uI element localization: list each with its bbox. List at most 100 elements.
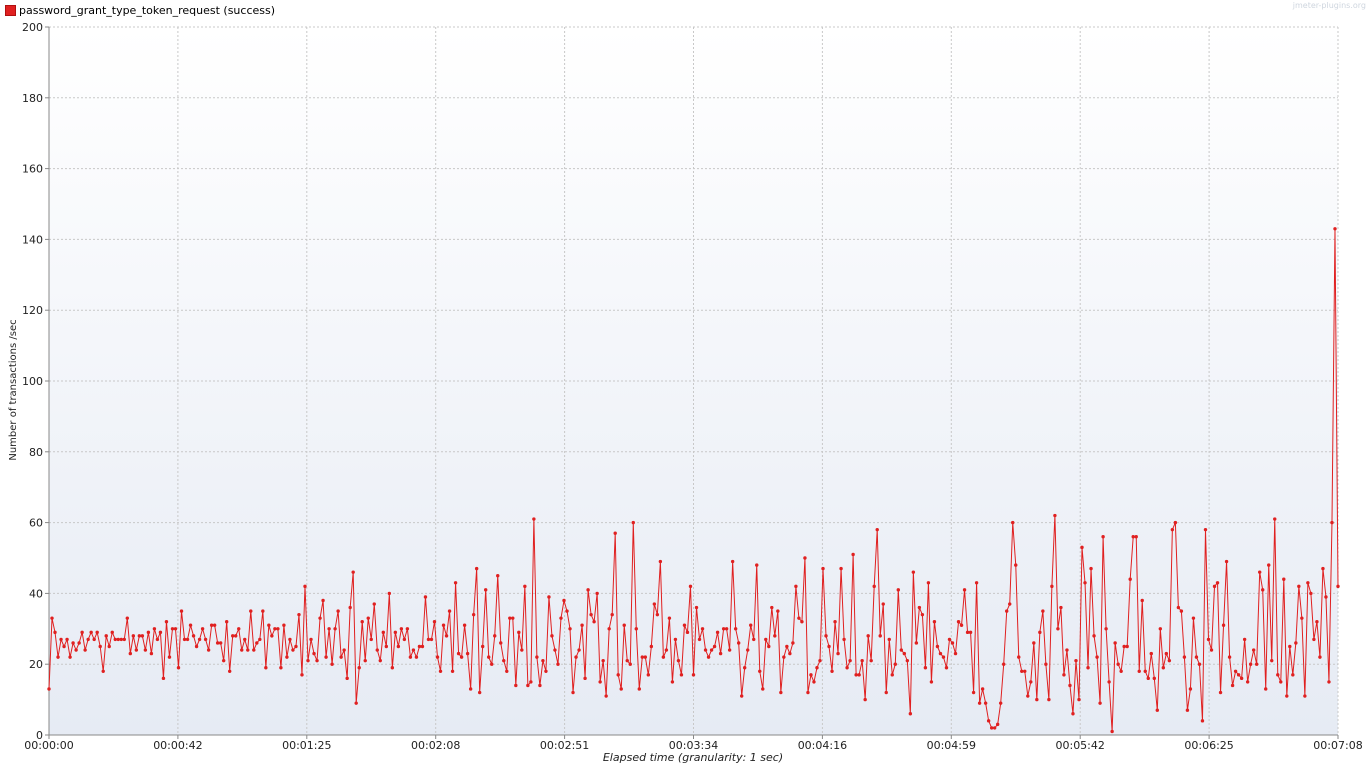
data-point <box>544 669 548 673</box>
data-point <box>526 683 530 688</box>
data-point <box>1044 662 1048 666</box>
data-point <box>1227 655 1232 659</box>
x-tick-label: 00:01:25 <box>282 739 331 752</box>
data-point <box>384 644 389 649</box>
data-point <box>758 669 762 673</box>
data-point <box>1261 588 1265 592</box>
data-point <box>1267 563 1271 567</box>
data-point <box>228 669 232 673</box>
data-point <box>830 669 834 673</box>
data-point <box>827 644 831 649</box>
data-point <box>685 630 690 635</box>
data-point <box>541 658 545 663</box>
watermark: jmeter-plugins.org <box>1292 1 1366 10</box>
data-point <box>502 658 506 663</box>
data-point <box>733 627 738 631</box>
data-point <box>62 644 66 649</box>
x-tick-label: 00:02:51 <box>540 739 589 752</box>
data-point <box>607 627 611 631</box>
data-point <box>95 630 99 635</box>
data-point <box>706 655 711 659</box>
data-point <box>258 637 262 642</box>
data-point <box>1014 563 1018 567</box>
data-point <box>179 609 184 613</box>
data-point <box>1333 227 1337 231</box>
data-point <box>779 690 783 695</box>
data-point <box>98 644 102 649</box>
data-point <box>131 634 136 638</box>
data-point <box>1233 669 1238 673</box>
data-point <box>411 648 416 652</box>
data-point <box>246 648 250 652</box>
data-point <box>224 620 229 624</box>
data-point <box>1035 697 1039 702</box>
data-point <box>836 651 840 656</box>
data-point <box>842 637 846 642</box>
data-point <box>1209 648 1214 652</box>
data-point <box>237 627 241 631</box>
data-point <box>369 637 373 642</box>
data-point <box>1188 687 1193 691</box>
data-point <box>161 676 166 681</box>
data-point <box>658 559 663 564</box>
data-point <box>1020 669 1024 673</box>
y-tick-label: 160 <box>22 163 43 176</box>
data-point <box>372 602 376 606</box>
data-point <box>480 644 485 649</box>
data-point <box>586 588 590 592</box>
data-point <box>872 584 876 589</box>
data-point <box>1005 609 1009 613</box>
x-tick-label: 00:04:59 <box>927 739 976 752</box>
data-point <box>339 655 343 659</box>
data-point <box>1173 520 1178 525</box>
data-point <box>613 531 617 535</box>
data-point <box>797 616 801 620</box>
data-point <box>200 627 205 631</box>
data-point <box>483 588 488 592</box>
data-point <box>182 637 187 642</box>
data-point <box>556 662 560 666</box>
data-point <box>438 669 443 673</box>
y-axis-label: Number of transactions /sec <box>8 319 19 460</box>
data-point <box>956 620 961 624</box>
data-point <box>1161 666 1166 670</box>
data-point <box>1074 658 1078 663</box>
data-point <box>1197 662 1202 666</box>
data-point <box>1101 535 1105 539</box>
data-point <box>604 694 608 698</box>
data-point <box>1200 719 1205 723</box>
data-point <box>1134 535 1138 539</box>
data-point <box>649 644 654 649</box>
data-point <box>583 676 587 681</box>
data-point <box>146 630 151 635</box>
data-point <box>234 634 238 638</box>
data-point <box>697 637 702 642</box>
data-point <box>209 623 214 627</box>
x-tick-label: 00:04:16 <box>798 739 847 752</box>
data-point <box>273 627 277 631</box>
data-point <box>453 581 458 585</box>
data-point <box>1041 609 1045 613</box>
data-point <box>773 634 777 638</box>
data-point <box>887 637 891 642</box>
data-point <box>152 627 157 631</box>
data-point <box>1191 616 1196 620</box>
data-point <box>137 634 142 638</box>
data-point <box>667 616 672 620</box>
data-point <box>197 637 202 642</box>
data-point <box>249 609 253 613</box>
data-point <box>1143 669 1147 673</box>
data-point <box>580 623 584 627</box>
data-point <box>1008 602 1012 606</box>
data-point <box>50 616 54 620</box>
data-point <box>447 609 452 613</box>
data-point <box>164 620 169 624</box>
data-point <box>1170 527 1175 532</box>
data-point <box>574 655 578 659</box>
data-point <box>1152 676 1156 681</box>
data-point <box>749 623 753 627</box>
chart-svg: 02040608010012014016018020000:00:00 00:00… <box>8 21 1363 764</box>
data-point <box>429 637 434 642</box>
data-point <box>1294 641 1298 645</box>
data-point <box>490 662 494 666</box>
